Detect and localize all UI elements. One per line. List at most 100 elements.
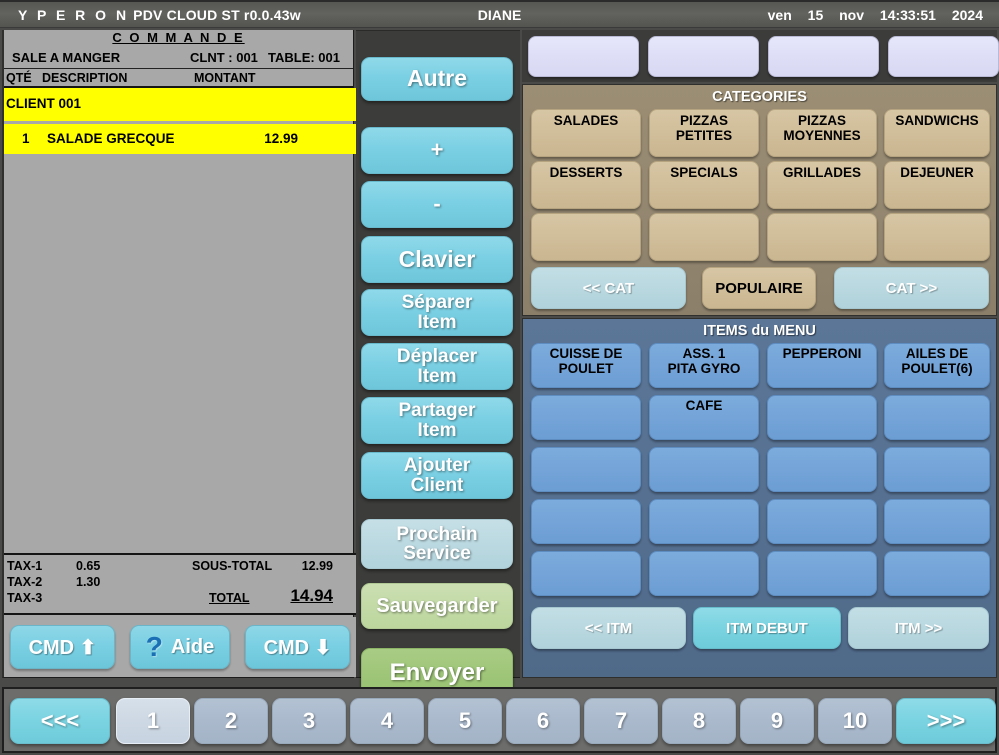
page-button-1-label: 1 bbox=[146, 708, 160, 733]
category-button-desserts[interactable]: DESSERTS bbox=[531, 161, 641, 209]
page-button-7[interactable]: 7 bbox=[584, 698, 658, 744]
table-number-label: TABLE: 001 bbox=[268, 50, 340, 65]
action-button-s-parer-item[interactable]: Séparer Item bbox=[361, 289, 513, 336]
menu-item-button-empty-5[interactable] bbox=[531, 395, 641, 440]
menu-item-button-cafe[interactable]: CAFE bbox=[649, 395, 759, 440]
menu-item-button-empty-16[interactable] bbox=[884, 499, 990, 544]
page-prev-button-label: <<< bbox=[40, 708, 80, 733]
subtotal-value: 12.99 bbox=[301, 559, 333, 573]
category-button-label: PIZZAS PETITES bbox=[675, 113, 733, 143]
page-next-button[interactable]: >>> bbox=[896, 698, 996, 744]
action-button-label: Ajouter Client bbox=[403, 455, 471, 496]
page-button-6[interactable]: 6 bbox=[506, 698, 580, 744]
item-next-button[interactable]: ITM >> bbox=[848, 607, 989, 649]
category-button-dejeuner[interactable]: DEJEUNER bbox=[884, 161, 990, 209]
subtotal-label: SOUS-TOTAL bbox=[192, 559, 273, 573]
item-prev-button[interactable]: << ITM bbox=[531, 607, 686, 649]
menu-item-button-empty-15[interactable] bbox=[767, 499, 877, 544]
menu-item-button-label: AILES DE POULET(6) bbox=[901, 346, 973, 376]
categories-panel: CATEGORIES SALADES PIZZAS PETITES PIZZAS MOY… bbox=[522, 84, 997, 316]
page-button-5[interactable]: 5 bbox=[428, 698, 502, 744]
menu-item-button-empty-10[interactable] bbox=[649, 447, 759, 492]
menu-item-button-empty-19[interactable] bbox=[767, 551, 877, 596]
action-button-clavier[interactable]: Clavier bbox=[361, 236, 513, 283]
dining-room-label: SALE A MANGER bbox=[12, 50, 121, 65]
menu-item-button-empty-8[interactable] bbox=[884, 395, 990, 440]
order-lines-list[interactable]: CLIENT 001 1 SALADE GRECQUE 12.99 bbox=[4, 88, 356, 536]
weekday-label: ven bbox=[767, 7, 792, 23]
menu-item-button-empty-18[interactable] bbox=[649, 551, 759, 596]
page-button-1[interactable]: 1 bbox=[116, 698, 190, 744]
order-scroll-up-button[interactable]: CMD ⬆ bbox=[10, 625, 115, 669]
category-button-empty-11[interactable] bbox=[767, 213, 877, 261]
action-button-label: Sauvegarder bbox=[376, 594, 498, 617]
category-button-grillades[interactable]: GRILLADES bbox=[767, 161, 877, 209]
action-button-ajouter-client[interactable]: Ajouter Client bbox=[361, 452, 513, 499]
page-button-10-label: 10 bbox=[842, 708, 868, 733]
action-button-d-placer-item[interactable]: Déplacer Item bbox=[361, 343, 513, 390]
page-button-2[interactable]: 2 bbox=[194, 698, 268, 744]
action-button-[interactable]: - bbox=[361, 181, 513, 228]
category-button-specials[interactable]: SPECIALS bbox=[649, 161, 759, 209]
category-next-button[interactable]: CAT >> bbox=[834, 267, 989, 309]
quick-slot-2[interactable] bbox=[648, 36, 759, 77]
item-start-button[interactable]: ITM DEBUT bbox=[693, 607, 841, 649]
menu-item-button-empty-17[interactable] bbox=[531, 551, 641, 596]
page-button-3[interactable]: 3 bbox=[272, 698, 346, 744]
menu-item-button-empty-7[interactable] bbox=[767, 395, 877, 440]
day-label: 15 bbox=[807, 7, 824, 23]
year-label: 2024 bbox=[951, 7, 983, 23]
quick-slot-1[interactable] bbox=[528, 36, 639, 77]
category-button-empty-9[interactable] bbox=[531, 213, 641, 261]
menu-item-button-empty-14[interactable] bbox=[649, 499, 759, 544]
action-button-[interactable]: + bbox=[361, 127, 513, 174]
action-button-label: Prochain Service bbox=[396, 523, 478, 564]
order-scroll-down-button[interactable]: CMD ⬇ bbox=[245, 625, 350, 669]
help-button[interactable]: ? Aide bbox=[130, 625, 230, 669]
menu-item-button-cuisse-de-poulet[interactable]: CUISSE DE POULET bbox=[531, 343, 641, 388]
menu-items-panel: ITEMS du MENU CUISSE DE POULET ASS. 1 PITA … bbox=[522, 318, 997, 678]
menu-item-button-ass-1-pita-gyro[interactable]: ASS. 1 PITA GYRO bbox=[649, 343, 759, 388]
quick-slot-4[interactable] bbox=[888, 36, 999, 77]
order-title-text: C O M M A N D E bbox=[112, 30, 245, 45]
page-button-9[interactable]: 9 bbox=[740, 698, 814, 744]
datetime-display: ven 15 nov 14:33:51 2024 bbox=[756, 7, 983, 23]
menu-item-button-empty-20[interactable] bbox=[884, 551, 990, 596]
category-button-sandwichs[interactable]: SANDWICHS bbox=[884, 109, 990, 157]
category-button-pizzas-moyennes[interactable]: PIZZAS MOYENNES bbox=[767, 109, 877, 157]
order-client-row[interactable]: CLIENT 001 bbox=[4, 88, 356, 121]
menu-item-button-empty-9[interactable] bbox=[531, 447, 641, 492]
tax2-label: TAX-2 bbox=[7, 575, 43, 589]
category-current-button[interactable]: POPULAIRE bbox=[702, 267, 816, 309]
menu-item-button-pepperoni[interactable]: PEPPERONI bbox=[767, 343, 877, 388]
action-button-sauvegarder[interactable]: Sauvegarder bbox=[361, 583, 513, 629]
action-button-label: + bbox=[430, 137, 444, 163]
page-button-10[interactable]: 10 bbox=[818, 698, 892, 744]
order-line-item[interactable]: 1 SALADE GRECQUE 12.99 bbox=[4, 124, 356, 154]
page-next-button-label: >>> bbox=[926, 708, 966, 733]
line-item-qty: 1 bbox=[22, 131, 30, 146]
page-button-4[interactable]: 4 bbox=[350, 698, 424, 744]
page-prev-button[interactable]: <<< bbox=[10, 698, 110, 744]
category-button-empty-12[interactable] bbox=[884, 213, 990, 261]
menu-item-button-empty-11[interactable] bbox=[767, 447, 877, 492]
category-button-pizzas-petites[interactable]: PIZZAS PETITES bbox=[649, 109, 759, 157]
menu-item-button-empty-13[interactable] bbox=[531, 499, 641, 544]
menu-item-button-empty-12[interactable] bbox=[884, 447, 990, 492]
page-button-4-label: 4 bbox=[380, 708, 394, 733]
menu-item-button-ailes-de-poulet-6[interactable]: AILES DE POULET(6) bbox=[884, 343, 990, 388]
category-button-label: GRILLADES bbox=[782, 165, 861, 180]
action-button-label: Clavier bbox=[398, 245, 476, 272]
action-button-autre[interactable]: Autre bbox=[361, 57, 513, 101]
menu-item-button-label: CUISSE DE POULET bbox=[549, 346, 623, 376]
category-prev-button[interactable]: << CAT bbox=[531, 267, 686, 309]
quick-slot-3[interactable] bbox=[768, 36, 879, 77]
menu-item-button-label: CAFE bbox=[685, 398, 723, 413]
action-button-partager-item[interactable]: Partager Item bbox=[361, 397, 513, 444]
page-button-8[interactable]: 8 bbox=[662, 698, 736, 744]
tax2-value: 1.30 bbox=[76, 575, 101, 589]
action-button-prochain-service[interactable]: Prochain Service bbox=[361, 519, 513, 569]
category-button-empty-10[interactable] bbox=[649, 213, 759, 261]
category-button-salades[interactable]: SALADES bbox=[531, 109, 641, 157]
time-label: 14:33:51 bbox=[879, 7, 936, 23]
